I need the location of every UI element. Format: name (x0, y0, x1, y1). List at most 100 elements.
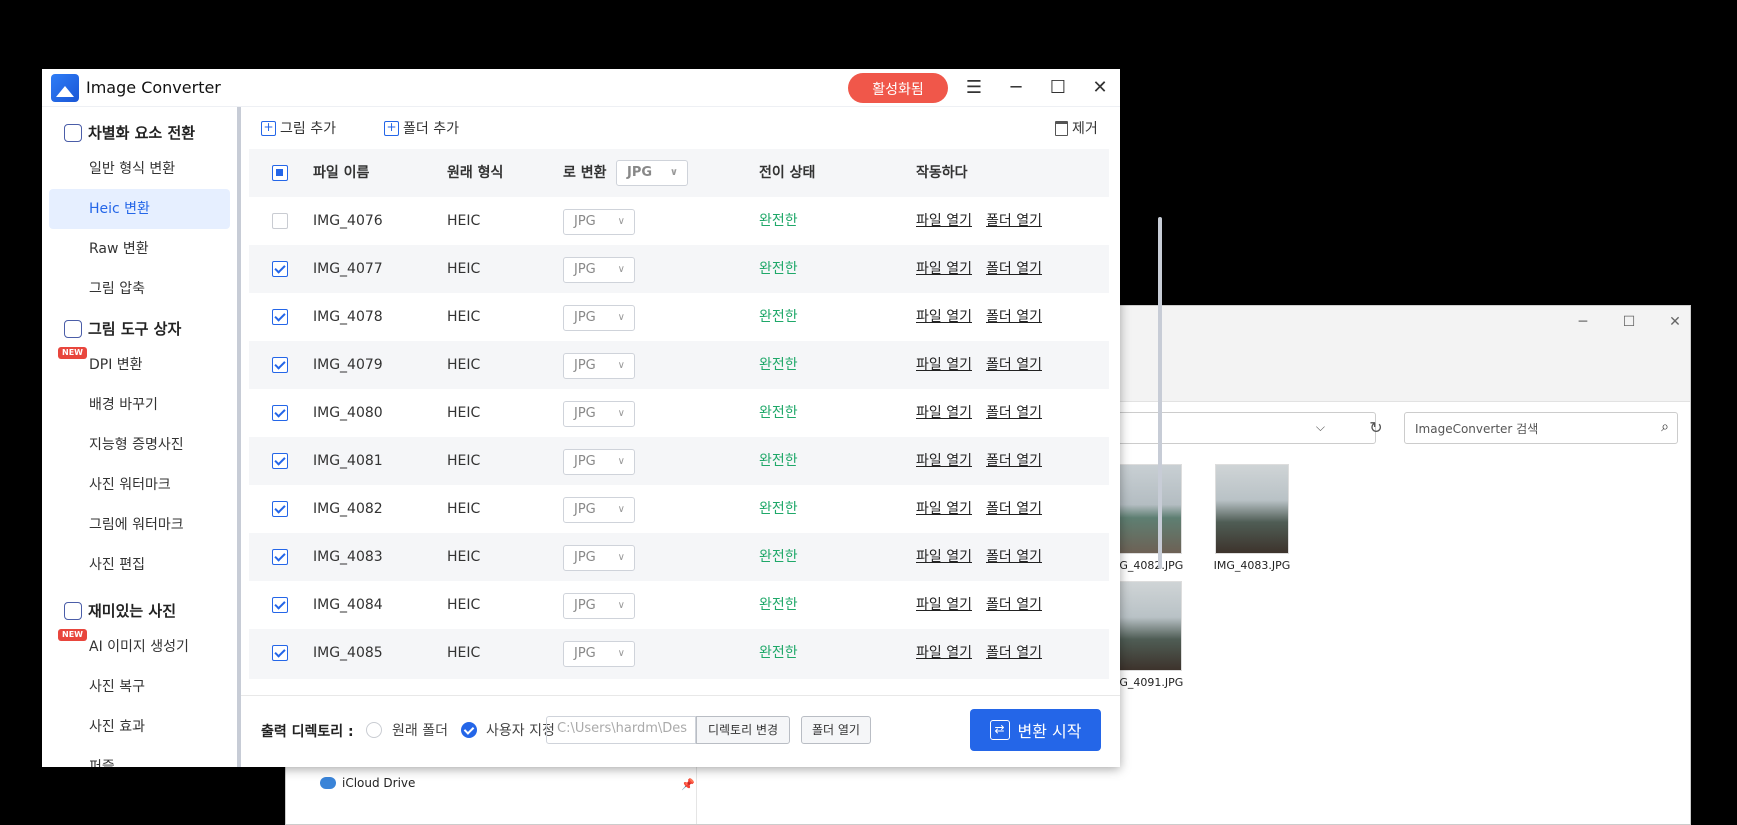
open-folder-link[interactable]: 폴더 열기 (986, 341, 1042, 389)
row-checkbox[interactable] (272, 213, 288, 229)
row-checkbox[interactable] (272, 501, 288, 517)
open-folder-link[interactable]: 폴더 열기 (986, 581, 1042, 629)
sidebar-section-header[interactable]: 그림 도구 상자 ∧ (64, 318, 181, 339)
search-icon[interactable]: ⌕ (1661, 419, 1669, 435)
pin-icon[interactable]: 📌 (681, 778, 695, 791)
open-folder-link[interactable]: 폴더 열기 (986, 197, 1042, 245)
table-row[interactable]: IMG_4080 HEIC JPG ∨ 완전한 파일 열기 폴더 열기 (249, 389, 1109, 437)
custom-folder-radio[interactable] (461, 722, 477, 738)
row-filename: IMG_4080 (313, 405, 383, 421)
table-row[interactable]: IMG_4084 HEIC JPG ∨ 완전한 파일 열기 폴더 열기 (249, 581, 1109, 629)
original-folder-radio[interactable] (366, 722, 382, 738)
row-format-select[interactable]: JPG ∨ (563, 353, 635, 379)
global-format-select[interactable]: JPG ∨ (616, 160, 688, 186)
select-all-checkbox[interactable] (272, 165, 288, 181)
sidebar-item[interactable]: 사진 워터마크 (49, 465, 230, 505)
minimize-icon[interactable]: ─ (1568, 312, 1598, 332)
table-scrollbar[interactable] (1158, 217, 1162, 569)
maximize-icon[interactable]: ☐ (1614, 312, 1644, 332)
output-path-input[interactable]: C:\Users\hardm\Des (546, 716, 696, 744)
chevron-down-icon[interactable]: ⌵ (1316, 420, 1325, 435)
row-format-select[interactable]: JPG ∨ (563, 641, 635, 667)
open-folder-link[interactable]: 폴더 열기 (986, 629, 1042, 677)
open-file-link[interactable]: 파일 열기 (916, 293, 972, 341)
remove-button[interactable]: 제거 (1055, 118, 1098, 138)
menu-icon[interactable]: ☰ (958, 73, 990, 103)
table-row[interactable]: IMG_4078 HEIC JPG ∨ 완전한 파일 열기 폴더 열기 (249, 293, 1109, 341)
open-file-link[interactable]: 파일 열기 (916, 389, 972, 437)
open-file-link[interactable]: 파일 열기 (916, 437, 972, 485)
row-format-select[interactable]: JPG ∨ (563, 545, 635, 571)
row-checkbox[interactable] (272, 405, 288, 421)
open-file-link[interactable]: 파일 열기 (916, 629, 972, 677)
row-checkbox[interactable] (272, 309, 288, 325)
row-checkbox[interactable] (272, 261, 288, 277)
nav-item-icloud[interactable]: iCloud Drive (320, 776, 415, 790)
row-format-value: JPG (574, 262, 596, 277)
thumbnail-caption: IMG_4083.JPG (1213, 559, 1291, 572)
open-file-link[interactable]: 파일 열기 (916, 245, 972, 293)
sidebar-item[interactable]: 배경 바꾸기 (49, 385, 230, 425)
table-row[interactable]: IMG_4081 HEIC JPG ∨ 완전한 파일 열기 폴더 열기 (249, 437, 1109, 485)
add-image-button[interactable]: + 그림 추가 (261, 118, 336, 138)
row-checkbox[interactable] (272, 549, 288, 565)
close-icon[interactable]: ✕ (1660, 312, 1690, 332)
row-format-select[interactable]: JPG ∨ (563, 305, 635, 331)
start-conversion-button[interactable]: ⇄ 변환 시작 (970, 709, 1101, 751)
row-format-select[interactable]: JPG ∨ (563, 257, 635, 283)
open-file-link[interactable]: 파일 열기 (916, 581, 972, 629)
row-format-select[interactable]: JPG ∨ (563, 209, 635, 235)
sidebar-item[interactable]: Heic 변환 (49, 189, 230, 229)
row-format-select[interactable]: JPG ∨ (563, 497, 635, 523)
output-directory-label: 출력 디렉토리 : (261, 724, 354, 740)
open-folder-link[interactable]: 폴더 열기 (986, 485, 1042, 533)
change-directory-button[interactable]: 디렉토리 변경 (696, 716, 790, 744)
search-input[interactable]: ImageConverter 검색 ⌕ (1404, 412, 1678, 444)
minimize-icon[interactable]: ─ (1000, 73, 1032, 103)
row-format-select[interactable]: JPG ∨ (563, 593, 635, 619)
open-folder-link[interactable]: 폴더 열기 (986, 245, 1042, 293)
sidebar-item[interactable]: 사진 효과 (49, 707, 230, 747)
open-folder-link[interactable]: 폴더 열기 (986, 293, 1042, 341)
sidebar-item[interactable]: 그림에 워터마크 (49, 505, 230, 545)
file-thumbnail[interactable]: IMG_4083.JPG (1202, 464, 1302, 572)
add-folder-button[interactable]: + 폴더 추가 (384, 118, 459, 138)
table-row[interactable]: IMG_4083 HEIC JPG ∨ 완전한 파일 열기 폴더 열기 (249, 533, 1109, 581)
row-status: 완전한 (759, 405, 798, 421)
close-icon[interactable]: ✕ (1084, 73, 1116, 103)
sidebar-item-label: 사진 복구 (89, 679, 145, 695)
table-row[interactable]: IMG_4076 HEIC JPG ∨ 완전한 파일 열기 폴더 열기 (249, 197, 1109, 245)
open-file-link[interactable]: 파일 열기 (916, 197, 972, 245)
refresh-icon[interactable]: ↻ (1361, 412, 1391, 444)
row-checkbox[interactable] (272, 645, 288, 661)
open-folder-link[interactable]: 폴더 열기 (986, 437, 1042, 485)
section-icon (64, 123, 82, 142)
table-row[interactable]: IMG_4079 HEIC JPG ∨ 완전한 파일 열기 폴더 열기 (249, 341, 1109, 389)
sidebar-item[interactable]: 지능형 증명사진 (49, 425, 230, 465)
sidebar-item[interactable]: 일반 형식 변환 (49, 149, 230, 189)
sidebar-item[interactable]: 그림 압축 (49, 269, 230, 309)
sidebar-section-header[interactable]: 차별화 요소 전환 ∧ (64, 122, 195, 143)
open-folder-link[interactable]: 폴더 열기 (986, 389, 1042, 437)
activated-button[interactable]: 활성화됨 (848, 73, 948, 103)
row-checkbox[interactable] (272, 357, 288, 373)
open-folder-link[interactable]: 폴더 열기 (986, 533, 1042, 581)
sidebar-section-header[interactable]: 재미있는 사진 ∧ (64, 600, 176, 621)
open-file-link[interactable]: 파일 열기 (916, 341, 972, 389)
open-file-link[interactable]: 파일 열기 (916, 485, 972, 533)
sidebar-item[interactable]: 퍼즐 (49, 747, 230, 767)
open-folder-button[interactable]: 폴더 열기 (801, 716, 871, 744)
sidebar-item[interactable]: Raw 변환 (49, 229, 230, 269)
sidebar-item[interactable]: 사진 복구 (49, 667, 230, 707)
table-row[interactable]: IMG_4077 HEIC JPG ∨ 완전한 파일 열기 폴더 열기 (249, 245, 1109, 293)
row-format-select[interactable]: JPG ∨ (563, 401, 635, 427)
sidebar-item[interactable]: 사진 편집 (49, 545, 230, 585)
open-file-link[interactable]: 파일 열기 (916, 533, 972, 581)
table-row[interactable]: IMG_4085 HEIC JPG ∨ 완전한 파일 열기 폴더 열기 (249, 629, 1109, 677)
row-checkbox[interactable] (272, 453, 288, 469)
row-format-select[interactable]: JPG ∨ (563, 449, 635, 475)
chevron-down-icon: ∨ (617, 456, 625, 467)
row-checkbox[interactable] (272, 597, 288, 613)
table-row[interactable]: IMG_4082 HEIC JPG ∨ 완전한 파일 열기 폴더 열기 (249, 485, 1109, 533)
maximize-icon[interactable]: ☐ (1042, 73, 1074, 103)
